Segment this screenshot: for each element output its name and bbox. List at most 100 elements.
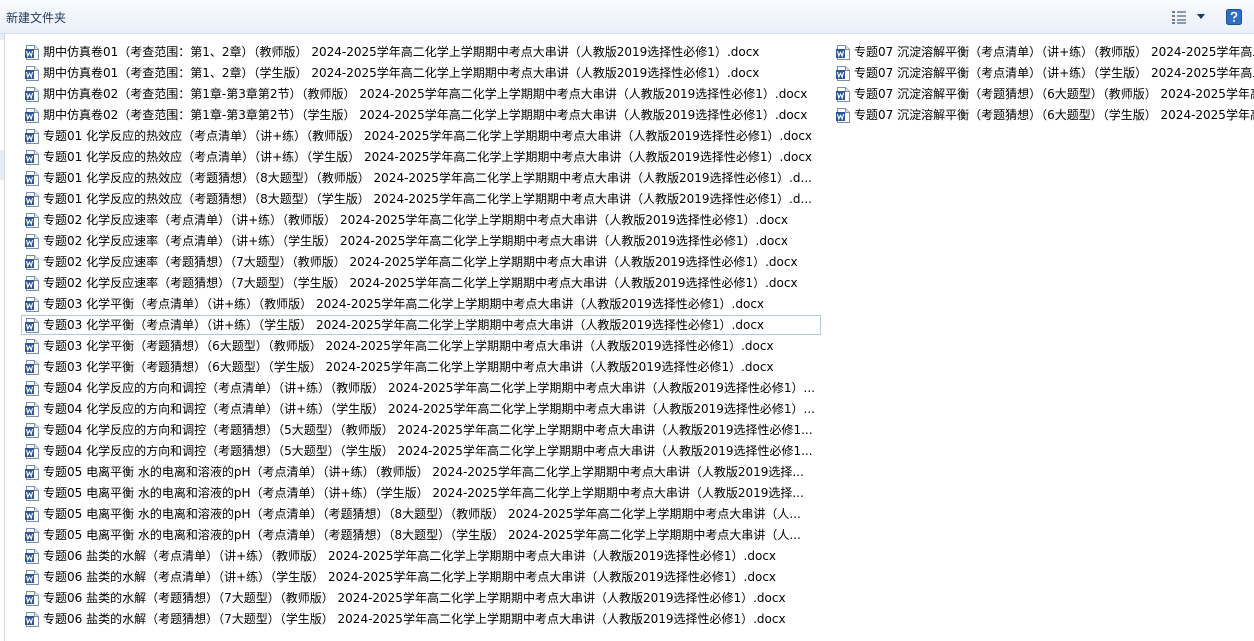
file-item[interactable]: 专题06 盐类的水解（考点清单）（讲+练）（教师版） 2024-2025学年高二… (21, 546, 821, 566)
word-doc-icon (25, 549, 39, 564)
file-item[interactable]: 专题07 沉淀溶解平衡（考题猜想）（6大题型）（教师版） 2024-2025学年… (832, 84, 1254, 104)
file-item[interactable]: 专题04 化学反应的方向和调控（考点清单）（讲+练）（教师版） 2024-202… (21, 378, 821, 398)
word-doc-icon (25, 87, 39, 102)
word-doc-icon (25, 465, 39, 480)
word-doc-icon (25, 339, 39, 354)
file-name: 专题05 电离平衡 水的电离和溶液的pH（考点清单）（讲+练）（教师版） 202… (43, 465, 804, 479)
file-item[interactable]: 专题03 化学平衡（考题猜想）（6大题型）（教师版） 2024-2025学年高二… (21, 336, 821, 356)
file-item[interactable]: 专题05 电离平衡 水的电离和溶液的pH（考点清单）（考题猜想）（8大题型）（学… (21, 525, 821, 545)
file-name: 专题02 化学反应速率（考题猜想）（7大题型）（学生版） 2024-2025学年… (43, 276, 798, 290)
file-item[interactable]: 专题04 化学反应的方向和调控（考点清单）（讲+练）（学生版） 2024-202… (21, 399, 821, 419)
file-name: 专题03 化学平衡（考题猜想）（6大题型）（学生版） 2024-2025学年高二… (43, 360, 774, 374)
word-doc-icon (25, 234, 39, 249)
file-item[interactable]: 专题03 化学平衡（考点清单）（讲+练）（学生版） 2024-2025学年高二化… (21, 315, 821, 335)
word-doc-icon (25, 570, 39, 585)
word-doc-icon (836, 45, 850, 60)
file-name: 专题07 沉淀溶解平衡（考题猜想）（6大题型）（教师版） 2024-2025学年… (854, 87, 1254, 101)
file-name: 专题03 化学平衡（考题猜想）（6大题型）（教师版） 2024-2025学年高二… (43, 339, 774, 353)
file-item[interactable]: 专题07 沉淀溶解平衡（考点清单）（讲+练）（学生版） 2024-2025学年高… (832, 63, 1254, 83)
file-item[interactable]: 期中仿真卷01（考查范围：第1、2章）（学生版） 2024-2025学年高二化学… (21, 63, 821, 83)
command-bar: 新建文件夹 (0, 0, 1254, 34)
file-item[interactable]: 专题07 沉淀溶解平衡（考题猜想）（6大题型）（学生版） 2024-2025学年… (832, 105, 1254, 125)
word-doc-icon (25, 444, 39, 459)
file-name: 专题07 沉淀溶解平衡（考点清单）（讲+练）（教师版） 2024-2025学年高… (854, 45, 1254, 59)
file-name: 专题06 盐类的水解（考题猜想）（7大题型）（教师版） 2024-2025学年高… (43, 591, 786, 605)
file-item[interactable]: 专题02 化学反应速率（考题猜想）（7大题型）（教师版） 2024-2025学年… (21, 252, 821, 272)
word-doc-icon (25, 171, 39, 186)
file-item[interactable]: 专题02 化学反应速率（考点清单）（讲+练）（学生版） 2024-2025学年高… (21, 231, 821, 251)
file-name: 专题06 盐类的水解（考点清单）（讲+练）（学生版） 2024-2025学年高二… (43, 570, 777, 584)
word-doc-icon (25, 213, 39, 228)
word-doc-icon (836, 87, 850, 102)
file-item[interactable]: 专题06 盐类的水解（考点清单）（讲+练）（学生版） 2024-2025学年高二… (21, 567, 821, 587)
file-name: 专题07 沉淀溶解平衡（考题猜想）（6大题型）（学生版） 2024-2025学年… (854, 108, 1254, 122)
word-doc-icon (25, 612, 39, 627)
file-item[interactable]: 专题01 化学反应的热效应（考点清单）（讲+练）（学生版） 2024-2025学… (21, 147, 821, 167)
file-item[interactable]: 期中仿真卷01（考查范围：第1、2章）（教师版） 2024-2025学年高二化学… (21, 42, 821, 62)
word-doc-icon (25, 108, 39, 123)
file-item[interactable]: 专题01 化学反应的热效应（考题猜想）（8大题型）（教师版） 2024-2025… (21, 168, 821, 188)
file-item[interactable]: 专题03 化学平衡（考点清单）（讲+练）（教师版） 2024-2025学年高二化… (21, 294, 821, 314)
new-folder-button[interactable]: 新建文件夹 (6, 10, 66, 26)
file-column-2: 专题07 沉淀溶解平衡（考点清单）（讲+练）（教师版） 2024-2025学年高… (832, 42, 1254, 126)
file-item[interactable]: 专题02 化学反应速率（考题猜想）（7大题型）（学生版） 2024-2025学年… (21, 273, 821, 293)
file-item[interactable]: 期中仿真卷02（考查范围：第1章-第3章第2节）（教师版） 2024-2025学… (21, 84, 821, 104)
chevron-down-icon[interactable] (1196, 13, 1206, 21)
file-name: 专题04 化学反应的方向和调控（考题猜想）（5大题型）（教师版） 2024-20… (43, 423, 813, 437)
word-doc-icon (25, 507, 39, 522)
word-doc-icon (25, 381, 39, 396)
word-doc-icon (25, 318, 39, 333)
file-name: 专题02 化学反应速率（考点清单）（讲+练）（教师版） 2024-2025学年高… (43, 213, 789, 227)
word-doc-icon (25, 486, 39, 501)
file-name: 专题01 化学反应的热效应（考题猜想）（8大题型）（学生版） 2024-2025… (43, 192, 812, 206)
file-item[interactable]: 专题04 化学反应的方向和调控（考题猜想）（5大题型）（教师版） 2024-20… (21, 420, 821, 440)
word-doc-icon (836, 66, 850, 81)
file-name: 专题04 化学反应的方向和调控（考点清单）（讲+练）（学生版） 2024-202… (43, 402, 815, 416)
file-item[interactable]: 专题02 化学反应速率（考点清单）（讲+练）（教师版） 2024-2025学年高… (21, 210, 821, 230)
file-item[interactable]: 专题06 盐类的水解（考题猜想）（7大题型）（教师版） 2024-2025学年高… (21, 588, 821, 608)
file-column-1: 期中仿真卷01（考查范围：第1、2章）（教师版） 2024-2025学年高二化学… (21, 42, 821, 630)
file-item[interactable]: 期中仿真卷02（考查范围：第1章-第3章第2节）（学生版） 2024-2025学… (21, 105, 821, 125)
word-doc-icon (25, 255, 39, 270)
file-item[interactable]: 专题05 电离平衡 水的电离和溶液的pH（考点清单）（讲+练）（教师版） 202… (21, 462, 821, 482)
file-name: 专题02 化学反应速率（考点清单）（讲+练）（学生版） 2024-2025学年高… (43, 234, 789, 248)
file-item[interactable]: 专题05 电离平衡 水的电离和溶液的pH（考点清单）（考题猜想）（8大题型）（教… (21, 504, 821, 524)
file-name: 专题05 电离平衡 水的电离和溶液的pH（考点清单）（讲+练）（学生版） 202… (43, 486, 804, 500)
word-doc-icon (25, 360, 39, 375)
word-doc-icon (25, 402, 39, 417)
file-name: 专题04 化学反应的方向和调控（考点清单）（讲+练）（教师版） 2024-202… (43, 381, 815, 395)
file-item[interactable]: 专题03 化学平衡（考题猜想）（6大题型）（学生版） 2024-2025学年高二… (21, 357, 821, 377)
file-name: 专题02 化学反应速率（考题猜想）（7大题型）（教师版） 2024-2025学年… (43, 255, 798, 269)
navigation-pane-marker (0, 34, 4, 40)
word-doc-icon (25, 129, 39, 144)
word-doc-icon (25, 150, 39, 165)
file-item[interactable]: 专题01 化学反应的热效应（考点清单）（讲+练）（教师版） 2024-2025学… (21, 126, 821, 146)
file-item[interactable]: 专题05 电离平衡 水的电离和溶液的pH（考点清单）（讲+练）（学生版） 202… (21, 483, 821, 503)
file-name: 专题01 化学反应的热效应（考点清单）（讲+练）（教师版） 2024-2025学… (43, 129, 813, 143)
file-name: 专题06 盐类的水解（考题猜想）（7大题型）（学生版） 2024-2025学年高… (43, 612, 786, 626)
word-doc-icon (25, 66, 39, 81)
file-item[interactable]: 专题01 化学反应的热效应（考题猜想）（8大题型）（学生版） 2024-2025… (21, 189, 821, 209)
file-list: 期中仿真卷01（考查范围：第1、2章）（教师版） 2024-2025学年高二化学… (0, 42, 1254, 641)
file-name: 专题06 盐类的水解（考点清单）（讲+练）（教师版） 2024-2025学年高二… (43, 549, 777, 563)
file-item[interactable]: 专题06 盐类的水解（考题猜想）（7大题型）（学生版） 2024-2025学年高… (21, 609, 821, 629)
file-item[interactable]: 专题07 沉淀溶解平衡（考点清单）（讲+练）（教师版） 2024-2025学年高… (832, 42, 1254, 62)
word-doc-icon (25, 276, 39, 291)
file-name: 专题03 化学平衡（考点清单）（讲+练）（教师版） 2024-2025学年高二化… (43, 297, 765, 311)
word-doc-icon (25, 297, 39, 312)
file-name: 专题01 化学反应的热效应（考点清单）（讲+练）（学生版） 2024-2025学… (43, 150, 813, 164)
file-name: 专题05 电离平衡 水的电离和溶液的pH（考点清单）（考题猜想）（8大题型）（学… (43, 528, 801, 542)
file-name: 期中仿真卷01（考查范围：第1、2章）（学生版） 2024-2025学年高二化学… (43, 66, 760, 80)
word-doc-icon (25, 423, 39, 438)
file-name: 专题03 化学平衡（考点清单）（讲+练）（学生版） 2024-2025学年高二化… (43, 318, 765, 332)
file-name: 期中仿真卷02（考查范围：第1章-第3章第2节）（学生版） 2024-2025学… (43, 108, 808, 122)
word-doc-icon (836, 108, 850, 123)
help-icon[interactable] (1226, 9, 1242, 25)
word-doc-icon (25, 192, 39, 207)
word-doc-icon (25, 45, 39, 60)
details-view-icon[interactable] (1172, 11, 1186, 24)
file-item[interactable]: 专题04 化学反应的方向和调控（考题猜想）（5大题型）（学生版） 2024-20… (21, 441, 821, 461)
file-name: 专题01 化学反应的热效应（考题猜想）（8大题型）（教师版） 2024-2025… (43, 171, 812, 185)
file-name: 期中仿真卷02（考查范围：第1章-第3章第2节）（教师版） 2024-2025学… (43, 87, 808, 101)
word-doc-icon (25, 591, 39, 606)
